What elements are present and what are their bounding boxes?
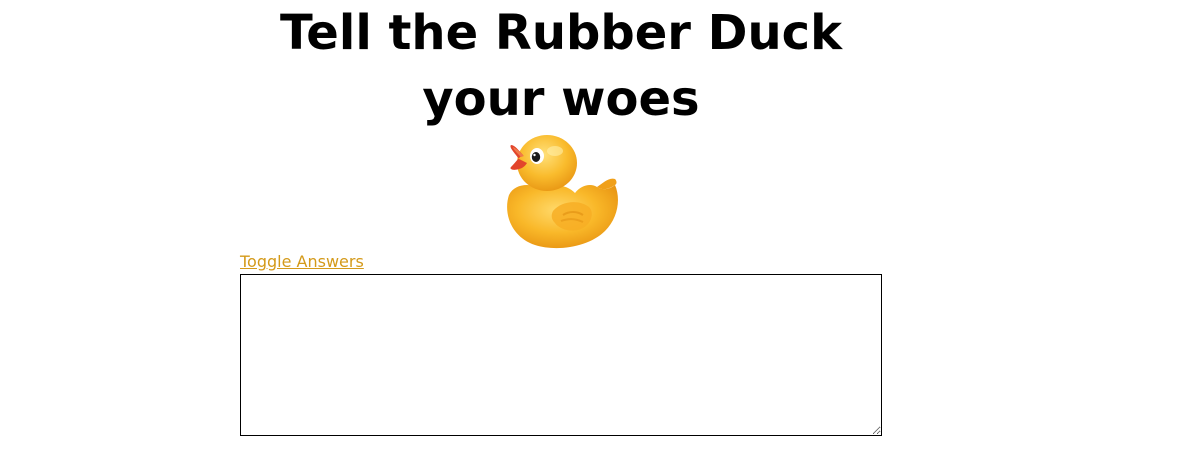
- rubber-duck-icon: [507, 135, 618, 249]
- page: Tell the Rubber Duck your woes Toggle An…: [0, 0, 1183, 469]
- page-title: Tell the Rubber Duck your woes: [279, 5, 843, 127]
- woes-textarea[interactable]: [240, 274, 882, 436]
- toggle-answers-link[interactable]: Toggle Answers: [240, 252, 364, 272]
